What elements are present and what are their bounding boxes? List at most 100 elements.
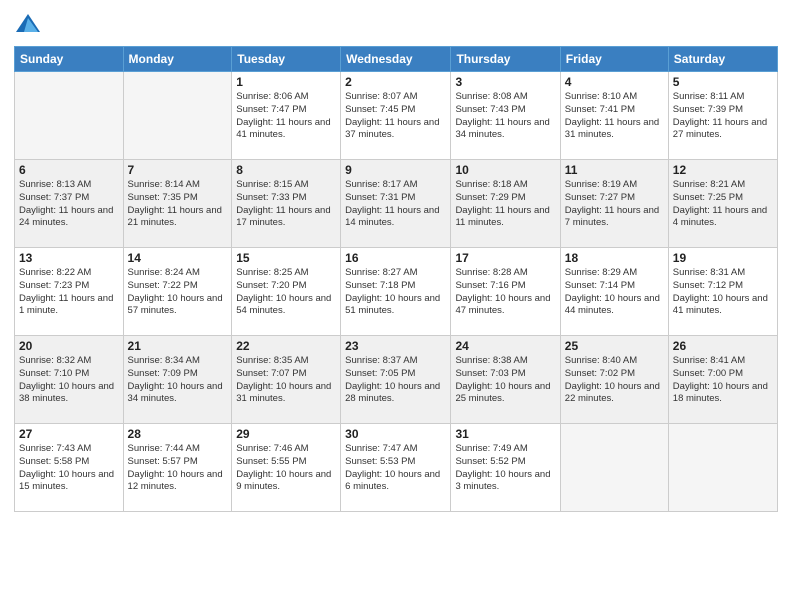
calendar-cell: 6 Sunrise: 8:13 AM Sunset: 7:37 PM Daylig… (15, 160, 124, 248)
day-info: Sunrise: 8:28 AM Sunset: 7:16 PM Dayligh… (455, 267, 555, 318)
calendar-cell (123, 72, 232, 160)
day-info: Sunrise: 7:49 AM Sunset: 5:52 PM Dayligh… (455, 443, 555, 494)
calendar-week-row: 20 Sunrise: 8:32 AM Sunset: 7:10 PM Dayli… (15, 336, 778, 424)
calendar-cell: 24 Sunrise: 8:38 AM Sunset: 7:03 PM Dayli… (451, 336, 560, 424)
calendar-cell: 10 Sunrise: 8:18 AM Sunset: 7:29 PM Dayli… (451, 160, 560, 248)
day-info: Sunrise: 8:27 AM Sunset: 7:18 PM Dayligh… (345, 267, 446, 318)
day-info: Sunrise: 8:13 AM Sunset: 7:37 PM Dayligh… (19, 179, 119, 230)
day-number: 17 (455, 251, 555, 265)
col-header-tuesday: Tuesday (232, 47, 341, 72)
col-header-monday: Monday (123, 47, 232, 72)
day-number: 20 (19, 339, 119, 353)
calendar-cell (15, 72, 124, 160)
day-info: Sunrise: 8:06 AM Sunset: 7:47 PM Dayligh… (236, 91, 336, 142)
day-number: 19 (673, 251, 773, 265)
calendar-cell: 16 Sunrise: 8:27 AM Sunset: 7:18 PM Dayli… (341, 248, 451, 336)
day-number: 14 (128, 251, 228, 265)
day-number: 25 (565, 339, 664, 353)
calendar-cell: 21 Sunrise: 8:34 AM Sunset: 7:09 PM Dayli… (123, 336, 232, 424)
day-number: 28 (128, 427, 228, 441)
day-info: Sunrise: 8:41 AM Sunset: 7:00 PM Dayligh… (673, 355, 773, 406)
day-info: Sunrise: 8:21 AM Sunset: 7:25 PM Dayligh… (673, 179, 773, 230)
logo-icon (14, 10, 42, 38)
day-number: 11 (565, 163, 664, 177)
day-info: Sunrise: 8:19 AM Sunset: 7:27 PM Dayligh… (565, 179, 664, 230)
day-number: 27 (19, 427, 119, 441)
calendar-cell: 28 Sunrise: 7:44 AM Sunset: 5:57 PM Dayli… (123, 424, 232, 512)
day-number: 3 (455, 75, 555, 89)
calendar-header-row: SundayMondayTuesdayWednesdayThursdayFrid… (15, 47, 778, 72)
day-number: 2 (345, 75, 446, 89)
day-info: Sunrise: 8:34 AM Sunset: 7:09 PM Dayligh… (128, 355, 228, 406)
day-info: Sunrise: 8:18 AM Sunset: 7:29 PM Dayligh… (455, 179, 555, 230)
day-number: 26 (673, 339, 773, 353)
day-number: 30 (345, 427, 446, 441)
day-number: 7 (128, 163, 228, 177)
day-info: Sunrise: 7:47 AM Sunset: 5:53 PM Dayligh… (345, 443, 446, 494)
day-info: Sunrise: 8:08 AM Sunset: 7:43 PM Dayligh… (455, 91, 555, 142)
day-number: 9 (345, 163, 446, 177)
calendar-week-row: 13 Sunrise: 8:22 AM Sunset: 7:23 PM Dayli… (15, 248, 778, 336)
calendar-week-row: 6 Sunrise: 8:13 AM Sunset: 7:37 PM Daylig… (15, 160, 778, 248)
calendar-cell: 27Sunrise: 7:43 AM Sunset: 5:58 PM Dayli… (15, 424, 124, 512)
day-number: 23 (345, 339, 446, 353)
calendar-table: SundayMondayTuesdayWednesdayThursdayFrid… (14, 46, 778, 512)
day-number: 13 (19, 251, 119, 265)
day-info: Sunrise: 8:38 AM Sunset: 7:03 PM Dayligh… (455, 355, 555, 406)
day-info: Sunrise: 8:29 AM Sunset: 7:14 PM Dayligh… (565, 267, 664, 318)
calendar-cell: 3 Sunrise: 8:08 AM Sunset: 7:43 PM Daylig… (451, 72, 560, 160)
calendar-cell: 20 Sunrise: 8:32 AM Sunset: 7:10 PM Dayli… (15, 336, 124, 424)
day-number: 18 (565, 251, 664, 265)
calendar-cell (668, 424, 777, 512)
calendar-cell: 18 Sunrise: 8:29 AM Sunset: 7:14 PM Dayli… (560, 248, 668, 336)
day-info: Sunrise: 7:44 AM Sunset: 5:57 PM Dayligh… (128, 443, 228, 494)
calendar-cell: 25 Sunrise: 8:40 AM Sunset: 7:02 PM Dayli… (560, 336, 668, 424)
day-number: 6 (19, 163, 119, 177)
col-header-sunday: Sunday (15, 47, 124, 72)
calendar-cell: 14 Sunrise: 8:24 AM Sunset: 7:22 PM Dayli… (123, 248, 232, 336)
day-info: Sunrise: 8:15 AM Sunset: 7:33 PM Dayligh… (236, 179, 336, 230)
day-info: Sunrise: 8:25 AM Sunset: 7:20 PM Dayligh… (236, 267, 336, 318)
day-number: 15 (236, 251, 336, 265)
calendar-cell: 1 Sunrise: 8:06 AM Sunset: 7:47 PM Daylig… (232, 72, 341, 160)
day-info: Sunrise: 8:17 AM Sunset: 7:31 PM Dayligh… (345, 179, 446, 230)
calendar-cell: 5 Sunrise: 8:11 AM Sunset: 7:39 PM Daylig… (668, 72, 777, 160)
day-number: 24 (455, 339, 555, 353)
day-number: 10 (455, 163, 555, 177)
day-number: 29 (236, 427, 336, 441)
calendar-cell (560, 424, 668, 512)
day-number: 31 (455, 427, 555, 441)
day-info: Sunrise: 8:14 AM Sunset: 7:35 PM Dayligh… (128, 179, 228, 230)
logo (14, 10, 46, 38)
calendar-cell: 29 Sunrise: 7:46 AM Sunset: 5:55 PM Dayli… (232, 424, 341, 512)
day-number: 22 (236, 339, 336, 353)
day-number: 1 (236, 75, 336, 89)
day-info: Sunrise: 8:10 AM Sunset: 7:41 PM Dayligh… (565, 91, 664, 142)
day-info: Sunrise: 8:22 AM Sunset: 7:23 PM Dayligh… (19, 267, 119, 318)
day-number: 16 (345, 251, 446, 265)
calendar-cell: 11 Sunrise: 8:19 AM Sunset: 7:27 PM Dayli… (560, 160, 668, 248)
calendar-cell: 26 Sunrise: 8:41 AM Sunset: 7:00 PM Dayli… (668, 336, 777, 424)
header (14, 10, 778, 38)
calendar-cell: 4Sunrise: 8:10 AM Sunset: 7:41 PM Daylig… (560, 72, 668, 160)
page: SundayMondayTuesdayWednesdayThursdayFrid… (0, 0, 792, 612)
calendar-cell: 2Sunrise: 8:07 AM Sunset: 7:45 PM Daylig… (341, 72, 451, 160)
col-header-friday: Friday (560, 47, 668, 72)
calendar-cell: 19Sunrise: 8:31 AM Sunset: 7:12 PM Dayli… (668, 248, 777, 336)
day-number: 12 (673, 163, 773, 177)
day-number: 21 (128, 339, 228, 353)
day-info: Sunrise: 8:24 AM Sunset: 7:22 PM Dayligh… (128, 267, 228, 318)
col-header-saturday: Saturday (668, 47, 777, 72)
col-header-thursday: Thursday (451, 47, 560, 72)
day-info: Sunrise: 8:32 AM Sunset: 7:10 PM Dayligh… (19, 355, 119, 406)
calendar-cell: 13 Sunrise: 8:22 AM Sunset: 7:23 PM Dayli… (15, 248, 124, 336)
calendar-cell: 15 Sunrise: 8:25 AM Sunset: 7:20 PM Dayli… (232, 248, 341, 336)
day-info: Sunrise: 8:11 AM Sunset: 7:39 PM Dayligh… (673, 91, 773, 142)
day-info: Sunrise: 7:46 AM Sunset: 5:55 PM Dayligh… (236, 443, 336, 494)
day-number: 5 (673, 75, 773, 89)
calendar-week-row: 1 Sunrise: 8:06 AM Sunset: 7:47 PM Daylig… (15, 72, 778, 160)
calendar-cell: 31 Sunrise: 7:49 AM Sunset: 5:52 PM Dayli… (451, 424, 560, 512)
calendar-cell: 17 Sunrise: 8:28 AM Sunset: 7:16 PM Dayli… (451, 248, 560, 336)
col-header-wednesday: Wednesday (341, 47, 451, 72)
day-info: Sunrise: 8:40 AM Sunset: 7:02 PM Dayligh… (565, 355, 664, 406)
